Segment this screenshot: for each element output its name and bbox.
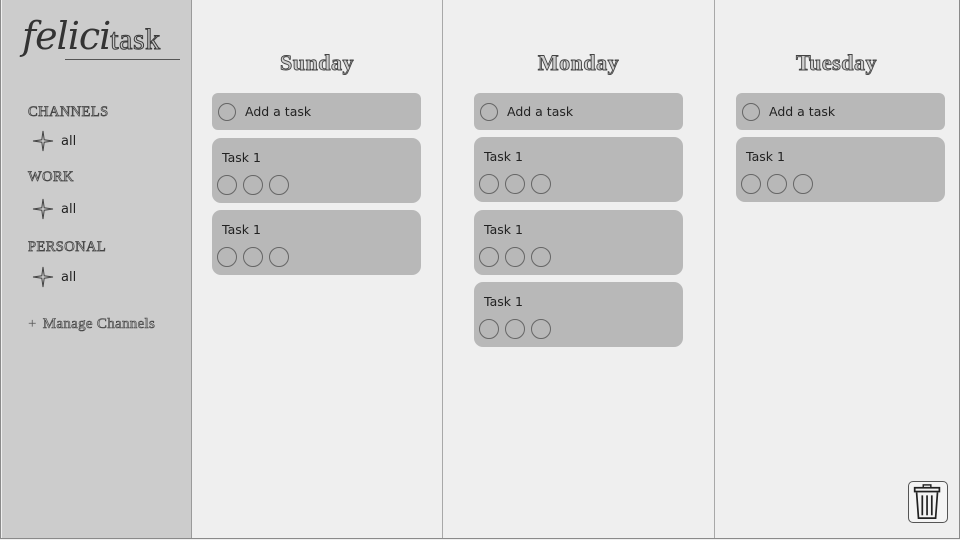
task-name: Task 1	[484, 222, 523, 237]
manage-channels-button[interactable]: + Manage Channels	[28, 316, 155, 333]
task-status-circles	[479, 247, 551, 267]
day-column-monday: Monday Add a task Task 1 Task 1 Task 1	[443, 0, 714, 538]
day-column-sunday: Sunday Add a task Task 1 Task 1	[192, 0, 442, 538]
task-status-circles	[479, 174, 551, 194]
status-circle[interactable]	[793, 174, 813, 194]
task-name: Task 1	[746, 149, 785, 164]
sparkle-icon	[32, 198, 54, 220]
task-card[interactable]: Task 1	[212, 210, 421, 275]
day-title: Monday	[537, 50, 620, 76]
day-column-tuesday: Tuesday Add a task Task 1	[715, 0, 958, 538]
task-card[interactable]: Task 1	[736, 137, 945, 202]
status-circle[interactable]	[269, 175, 289, 195]
status-circle[interactable]	[479, 319, 499, 339]
trash-button[interactable]	[908, 481, 948, 523]
task-status-circles	[217, 247, 289, 267]
status-circle[interactable]	[505, 247, 525, 267]
channel-item-all[interactable]: all	[32, 130, 76, 152]
status-circle[interactable]	[217, 247, 237, 267]
task-status-circles	[217, 175, 289, 195]
status-circle[interactable]	[479, 174, 499, 194]
task-card[interactable]: Task 1	[212, 138, 421, 203]
logo-part-felici: felici	[22, 14, 111, 58]
status-circle[interactable]	[505, 174, 525, 194]
task-name: Task 1	[222, 150, 261, 165]
status-circle[interactable]	[243, 247, 263, 267]
add-task-circle-icon	[218, 102, 236, 121]
trash-icon	[913, 484, 941, 520]
status-circle[interactable]	[531, 174, 551, 194]
sparkle-icon	[32, 130, 54, 152]
add-task-circle-icon	[742, 102, 760, 121]
status-circle[interactable]	[479, 247, 499, 267]
add-task-circle-icon	[480, 102, 498, 121]
personal-item-all[interactable]: all	[32, 266, 76, 288]
day-title: Tuesday	[796, 50, 877, 76]
task-name: Task 1	[484, 294, 523, 309]
add-task-label: Add a task	[769, 104, 836, 119]
section-title-personal: PERSONAL	[28, 239, 107, 256]
status-circle[interactable]	[531, 319, 551, 339]
add-task-button[interactable]: Add a task	[474, 93, 683, 130]
task-name: Task 1	[222, 222, 261, 237]
task-status-circles	[741, 174, 813, 194]
work-item-label: all	[61, 201, 77, 217]
add-task-button[interactable]: Add a task	[736, 93, 945, 130]
task-status-circles	[479, 319, 551, 339]
section-title-work: WORK	[28, 169, 74, 186]
manage-channels-label: Manage Channels	[42, 316, 156, 333]
day-title: Sunday	[280, 50, 354, 76]
logo-underline	[65, 59, 180, 60]
status-circle[interactable]	[741, 174, 761, 194]
add-task-button[interactable]: Add a task	[212, 93, 421, 130]
sparkle-icon	[32, 266, 54, 288]
logo-part-task: task	[110, 23, 161, 57]
channel-item-label: all	[61, 133, 77, 149]
status-circle[interactable]	[217, 175, 237, 195]
work-item-all[interactable]: all	[32, 198, 76, 220]
sidebar: felicitask CHANNELS all WORK all PERSONA…	[2, 0, 192, 538]
status-circle[interactable]	[767, 174, 787, 194]
add-task-label: Add a task	[507, 104, 574, 119]
status-circle[interactable]	[243, 175, 263, 195]
personal-item-label: all	[61, 269, 77, 285]
plus-icon: +	[28, 316, 37, 332]
status-circle[interactable]	[505, 319, 525, 339]
task-card[interactable]: Task 1	[474, 282, 683, 347]
section-title-channels: CHANNELS	[28, 104, 109, 121]
status-circle[interactable]	[269, 247, 289, 267]
add-task-label: Add a task	[245, 104, 312, 119]
task-card[interactable]: Task 1	[474, 210, 683, 275]
status-circle[interactable]	[531, 247, 551, 267]
app-logo: felicitask	[22, 14, 161, 58]
task-name: Task 1	[484, 149, 523, 164]
task-card[interactable]: Task 1	[474, 137, 683, 202]
